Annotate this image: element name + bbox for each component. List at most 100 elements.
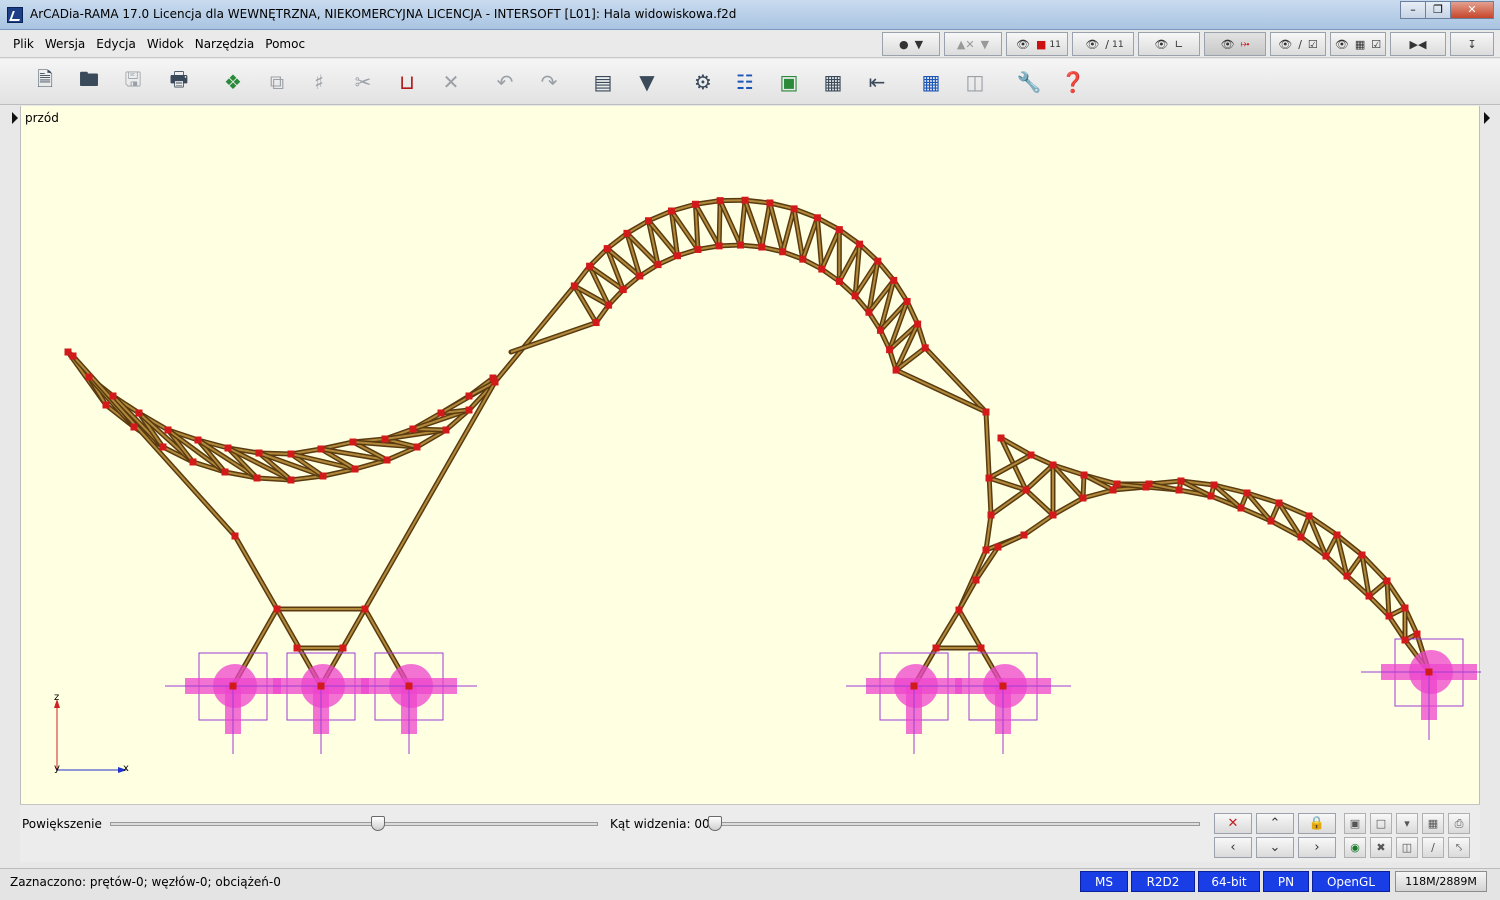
node[interactable]: [716, 197, 724, 205]
node[interactable]: [592, 319, 600, 327]
render-button[interactable]: ◉: [1344, 837, 1366, 858]
node[interactable]: [818, 265, 826, 273]
node[interactable]: [1267, 517, 1275, 525]
node[interactable]: [766, 199, 774, 207]
node[interactable]: [317, 445, 325, 453]
menu-pomoc[interactable]: Pomoc: [265, 37, 305, 51]
menu-widok[interactable]: Widok: [147, 37, 184, 51]
node[interactable]: [603, 245, 611, 253]
zoom-slider-thumb[interactable]: [371, 816, 386, 831]
sections-button[interactable]: ☷: [730, 67, 760, 97]
member[interactable]: [801, 217, 819, 260]
node[interactable]: [102, 401, 110, 409]
member[interactable]: [1025, 464, 1054, 491]
node[interactable]: [293, 644, 301, 652]
node[interactable]: [1049, 511, 1057, 519]
copy-button[interactable]: ⧉: [262, 67, 292, 97]
add-node-button[interactable]: ❖: [218, 67, 248, 97]
node[interactable]: [654, 261, 662, 269]
node[interactable]: [605, 301, 613, 309]
node[interactable]: [491, 378, 499, 386]
measure-button[interactable]: ∕: [1422, 837, 1444, 858]
node[interactable]: [135, 409, 143, 417]
node[interactable]: [1243, 489, 1251, 497]
node[interactable]: [694, 245, 702, 253]
node[interactable]: [405, 682, 413, 690]
settings-button[interactable]: 🔧: [1014, 67, 1044, 97]
print-view-button[interactable]: ⎙: [1448, 813, 1470, 834]
node[interactable]: [736, 241, 744, 249]
node[interactable]: [691, 200, 699, 208]
support-icon[interactable]: [935, 652, 1071, 754]
member[interactable]: [1023, 514, 1054, 536]
node[interactable]: [1080, 471, 1088, 479]
member[interactable]: [718, 200, 722, 246]
node[interactable]: [977, 644, 985, 652]
show-dimensions-toggle[interactable]: 👁 ⤠: [1204, 32, 1266, 56]
node[interactable]: [442, 426, 450, 434]
member[interactable]: [1082, 489, 1114, 499]
grid-button[interactable]: ▦: [818, 67, 848, 97]
node[interactable]: [856, 240, 864, 248]
node[interactable]: [987, 511, 995, 519]
member[interactable]: [768, 202, 784, 253]
node[interactable]: [339, 644, 347, 652]
filter-button[interactable]: ▼: [632, 67, 662, 97]
node[interactable]: [159, 443, 167, 451]
show-axes-toggle[interactable]: 👁 ∟: [1138, 32, 1200, 56]
member[interactable]: [997, 534, 1025, 548]
node[interactable]: [910, 682, 918, 690]
node[interactable]: [886, 346, 894, 354]
member[interactable]: [935, 609, 960, 649]
left-panel-expand-icon[interactable]: [12, 112, 18, 124]
show-numbers-toggle[interactable]: 👁 ∕ 11: [1072, 32, 1134, 56]
node[interactable]: [69, 352, 77, 360]
member[interactable]: [719, 200, 742, 246]
member[interactable]: [364, 381, 496, 610]
node[interactable]: [317, 682, 325, 690]
node[interactable]: [229, 682, 237, 690]
node[interactable]: [673, 252, 681, 260]
node-mode-dropdown[interactable]: ▲✕ ▼: [944, 32, 1002, 56]
lock-view-button[interactable]: 🔒: [1298, 813, 1336, 834]
node[interactable]: [1079, 494, 1087, 502]
node[interactable]: [164, 426, 172, 434]
node[interactable]: [413, 443, 421, 451]
node[interactable]: [1022, 486, 1030, 494]
node[interactable]: [1275, 499, 1283, 507]
undo-button[interactable]: ↶: [490, 67, 520, 97]
minimize-button[interactable]: –: [1400, 1, 1426, 19]
show-grid-checkbox[interactable]: 👁 ▦ ☑: [1330, 32, 1386, 56]
screen-view-button[interactable]: ▣: [1344, 813, 1366, 834]
node[interactable]: [636, 272, 644, 280]
node[interactable]: [1175, 486, 1183, 494]
member[interactable]: [990, 489, 1027, 516]
node[interactable]: [715, 242, 723, 250]
grid-view-button[interactable]: ▦: [1422, 813, 1444, 834]
node[interactable]: [1297, 533, 1305, 541]
panel-toggle-button[interactable]: ↧: [1450, 32, 1494, 56]
node[interactable]: [876, 326, 884, 334]
save-button[interactable]: 🖫: [118, 67, 148, 97]
cut-button[interactable]: ✂: [348, 67, 378, 97]
node[interactable]: [570, 282, 578, 290]
load-list-button[interactable]: ⇤: [862, 67, 892, 97]
node[interactable]: [361, 605, 369, 613]
member[interactable]: [958, 609, 982, 649]
export-button[interactable]: 🖶: [164, 67, 194, 97]
node[interactable]: [835, 277, 843, 285]
member[interactable]: [958, 579, 977, 611]
node[interactable]: [1113, 480, 1121, 488]
node[interactable]: [1027, 451, 1035, 459]
node[interactable]: [130, 423, 138, 431]
model-canvas[interactable]: z x y przód: [20, 106, 1497, 804]
node[interactable]: [351, 465, 359, 473]
node[interactable]: [349, 438, 357, 446]
reset-view-button[interactable]: ✕: [1214, 813, 1252, 834]
node[interactable]: [997, 434, 1005, 442]
node[interactable]: [253, 474, 261, 482]
node[interactable]: [999, 682, 1007, 690]
node[interactable]: [231, 532, 239, 540]
node[interactable]: [383, 456, 391, 464]
zoom-slider[interactable]: [110, 822, 598, 826]
